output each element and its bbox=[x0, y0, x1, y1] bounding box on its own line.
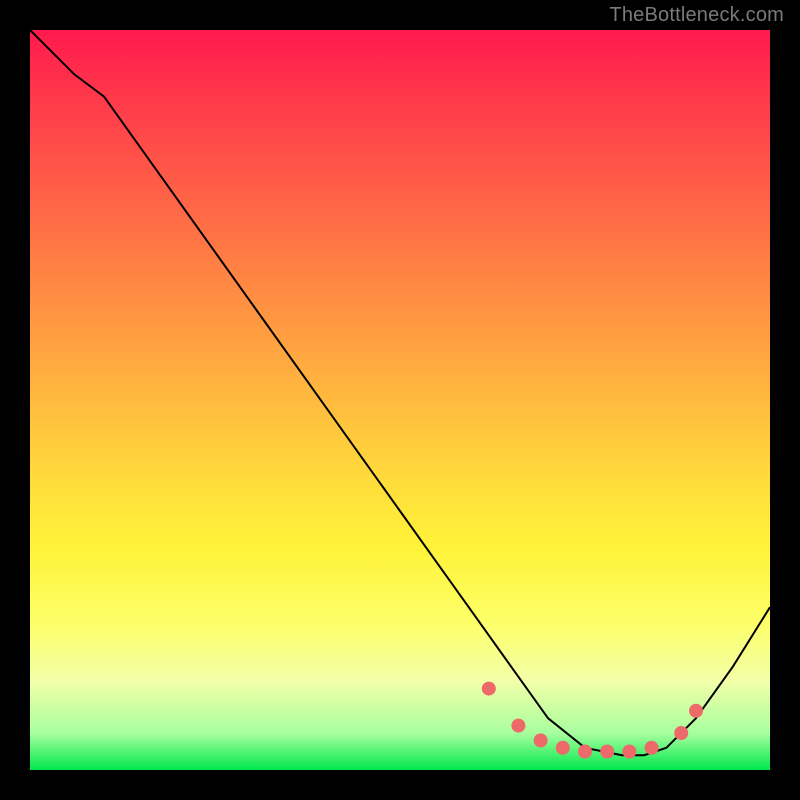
optimal-marker bbox=[600, 745, 614, 759]
curve-path bbox=[30, 30, 770, 755]
optimal-marker bbox=[645, 741, 659, 755]
optimal-marker bbox=[556, 741, 570, 755]
optimal-marker bbox=[482, 682, 496, 696]
optimal-marker bbox=[674, 726, 688, 740]
optimal-marker bbox=[622, 745, 636, 759]
optimal-marker bbox=[511, 719, 525, 733]
optimal-zone-markers bbox=[482, 682, 703, 759]
attribution-text: TheBottleneck.com bbox=[609, 4, 784, 27]
optimal-marker bbox=[578, 745, 592, 759]
optimal-marker bbox=[689, 704, 703, 718]
chart-frame: TheBottleneck.com bbox=[0, 0, 800, 800]
bottleneck-curve bbox=[30, 30, 770, 770]
optimal-marker bbox=[534, 733, 548, 747]
plot-area bbox=[30, 30, 770, 770]
